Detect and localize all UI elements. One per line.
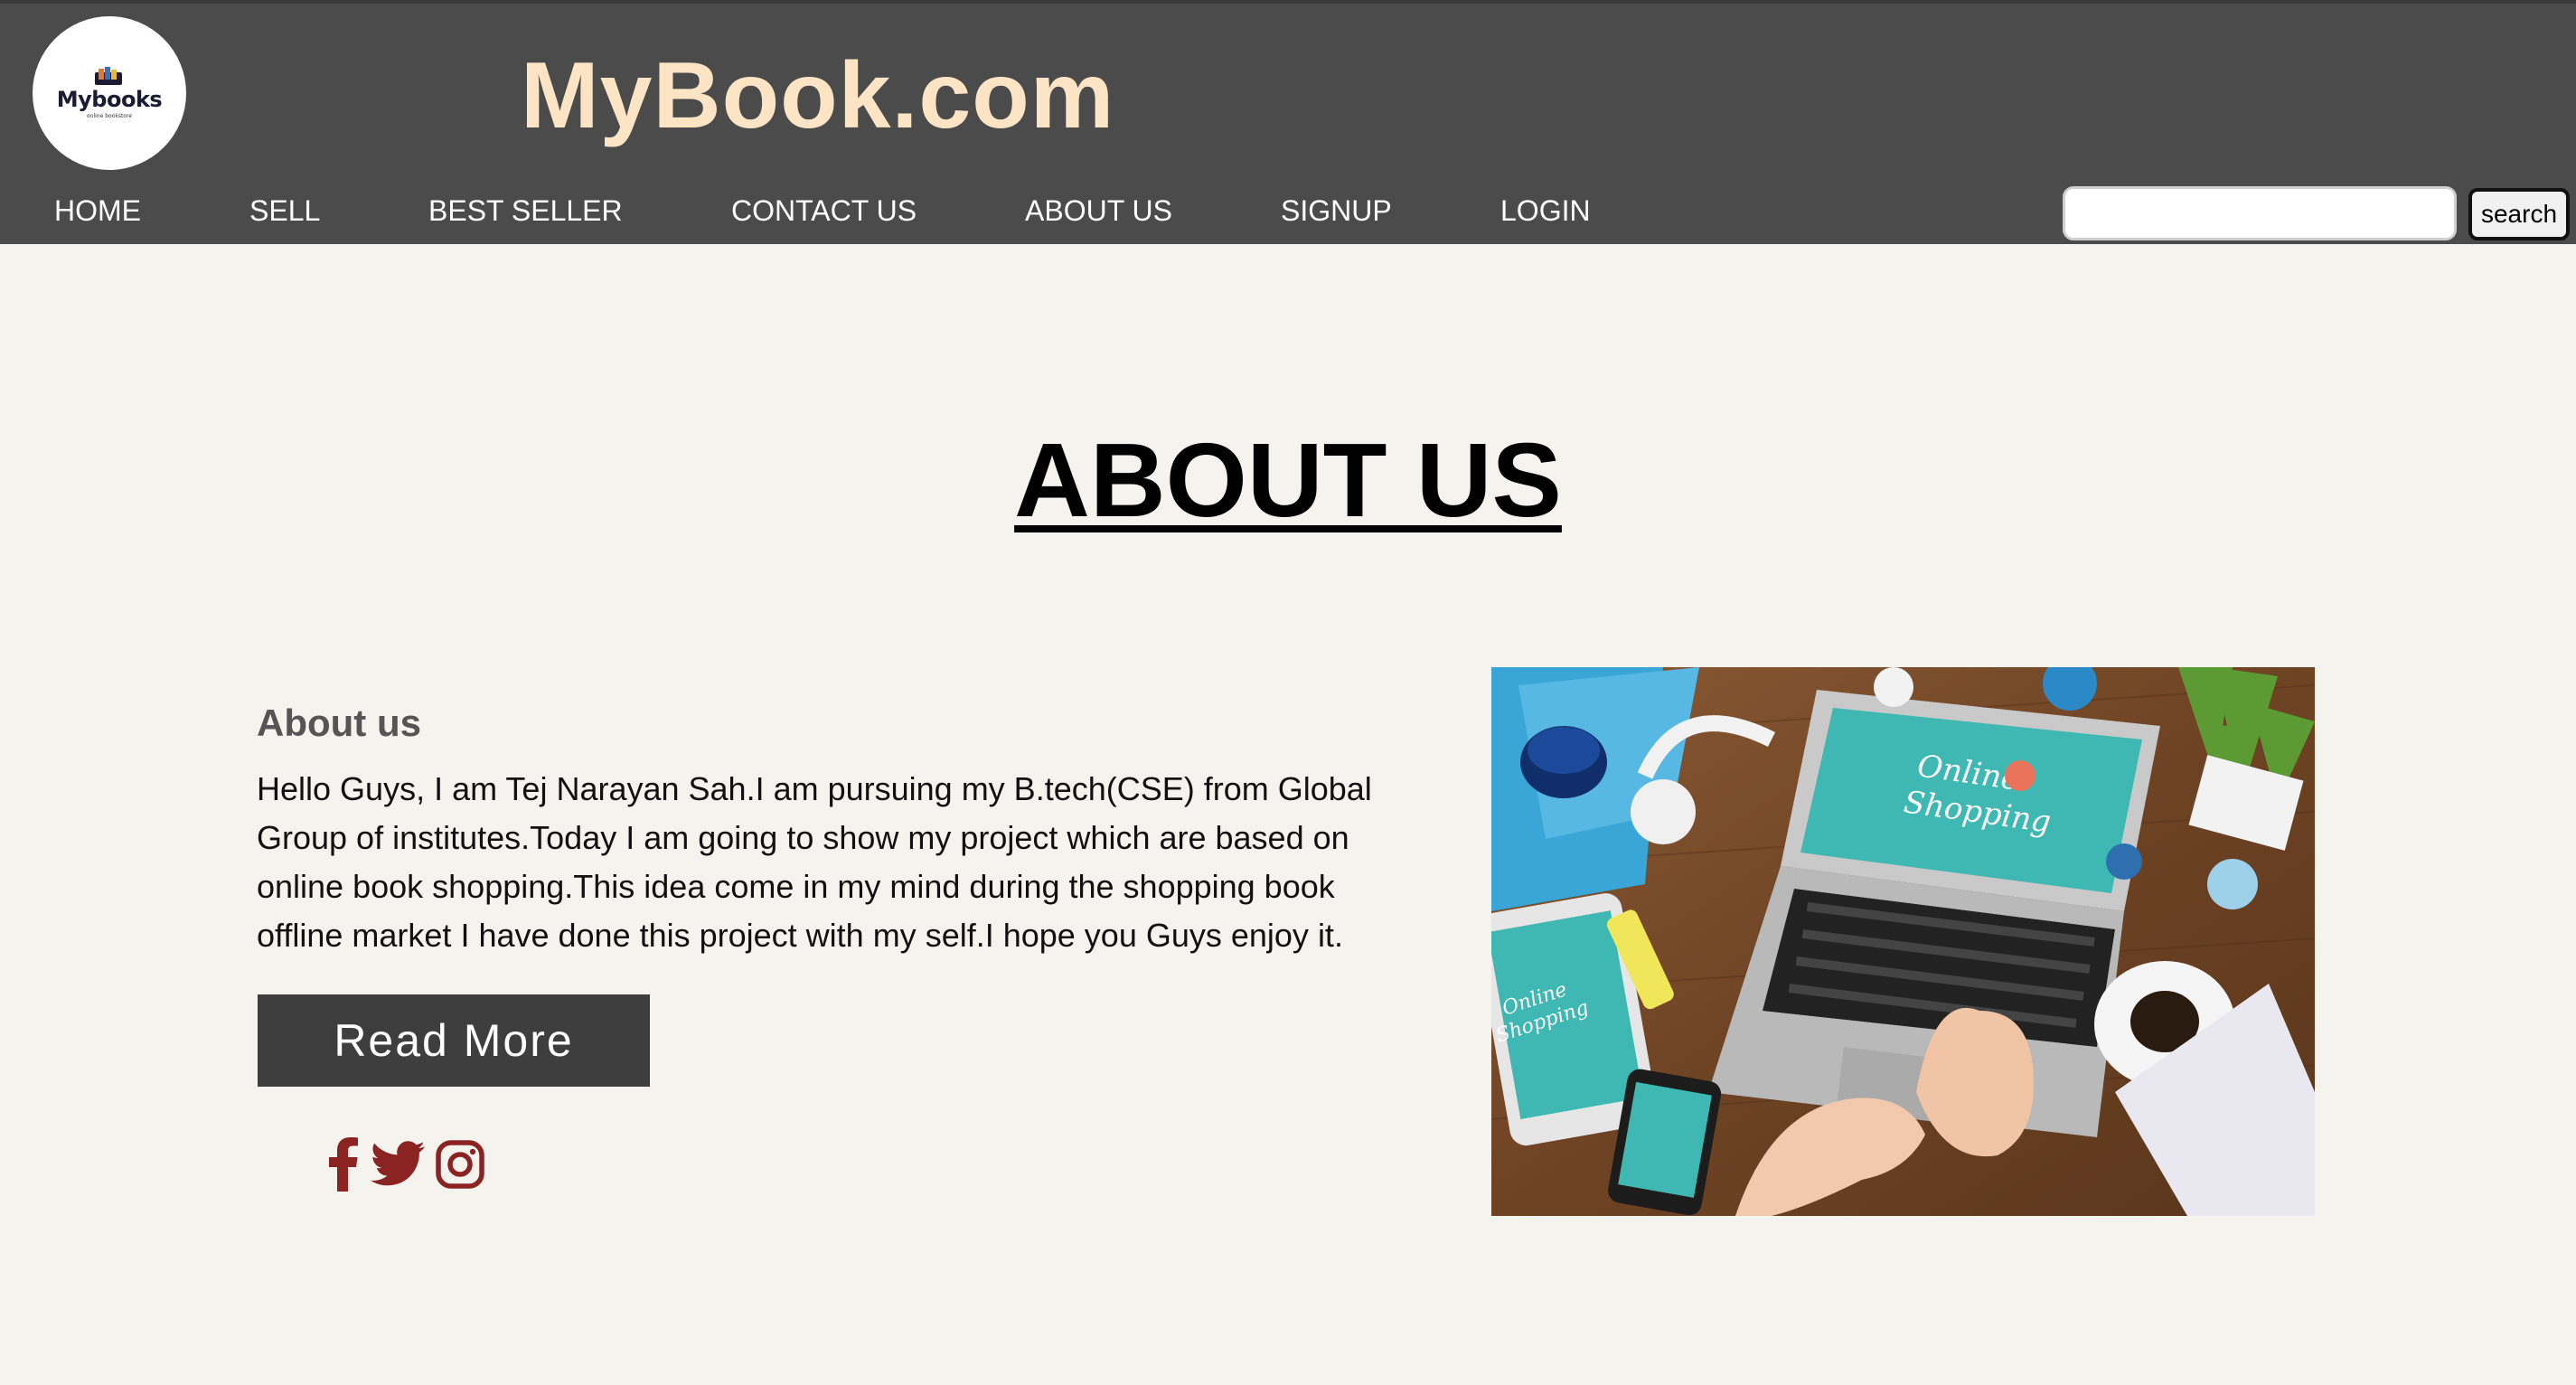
- online-shopping-image: Online Shopping Online Shopping: [1491, 667, 2315, 1216]
- nav-bar: HOME SELL BEST SELLER CONTACT US ABOUT U…: [0, 177, 2576, 244]
- nav-item-signup[interactable]: SIGNUP: [1281, 193, 1392, 228]
- read-more-button[interactable]: Read More: [258, 994, 650, 1087]
- about-subtitle: About us: [257, 702, 421, 744]
- page: Mybooks online bookstore MyBook.com HOME…: [0, 0, 2576, 1385]
- nav-item-home[interactable]: HOME: [54, 193, 141, 228]
- social-links: [327, 1135, 484, 1193]
- facebook-icon[interactable]: [327, 1137, 360, 1192]
- about-paragraph: Hello Guys, I am Tej Narayan Sah.I am pu…: [257, 770, 1372, 954]
- logo[interactable]: Mybooks online bookstore: [33, 16, 186, 170]
- nav-item-about-us[interactable]: ABOUT US: [1025, 193, 1172, 228]
- search-button[interactable]: search: [2468, 188, 2570, 240]
- instagram-icon[interactable]: [436, 1140, 484, 1189]
- nav-item-contact-us[interactable]: CONTACT US: [731, 193, 917, 228]
- laptop-desk-illustration: Online Shopping Online Shopping: [1491, 667, 2315, 1216]
- books-icon: [95, 67, 122, 85]
- logo-text: Mybooks: [56, 87, 163, 112]
- nav-item-sell[interactable]: SELL: [249, 193, 320, 228]
- twitter-icon[interactable]: [371, 1141, 425, 1188]
- logo-mark: Mybooks online bookstore: [56, 67, 163, 119]
- site-title: MyBook.com: [521, 43, 1115, 148]
- page-title: ABOUT US: [1014, 421, 1562, 539]
- logo-tagline: online bookstore: [86, 113, 132, 119]
- search-input[interactable]: [2063, 186, 2457, 240]
- header: Mybooks online bookstore MyBook.com: [0, 0, 2576, 180]
- nav-item-best-seller[interactable]: BEST SELLER: [428, 193, 623, 228]
- nav-item-login[interactable]: LOGIN: [1500, 193, 1591, 228]
